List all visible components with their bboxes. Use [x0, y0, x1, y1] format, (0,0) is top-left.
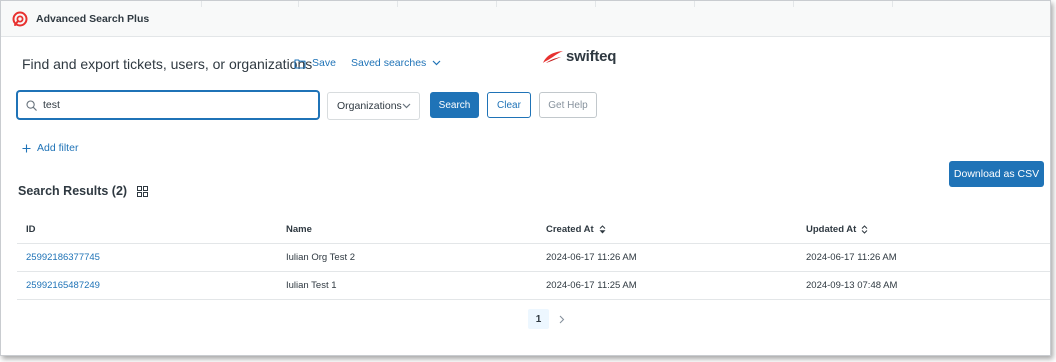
page-heading: Find and export tickets, users, or organ…	[22, 56, 313, 72]
brand-name: swifteq	[566, 48, 617, 65]
swifteq-logo-icon	[542, 50, 564, 64]
results-heading: Search Results (2)	[18, 184, 149, 198]
add-filter-button[interactable]: Add filter	[22, 142, 78, 154]
search-icon	[26, 99, 37, 111]
title-bar-divider	[595, 1, 596, 7]
row-created-at: 2024-06-17 11:25 AM	[546, 280, 637, 291]
save-search-label: Save	[312, 57, 336, 69]
folder-icon	[294, 58, 312, 69]
column-header-label: Created At	[546, 223, 594, 235]
table-header-row: ID Name Created At Updated At	[17, 215, 1050, 244]
sort-desc-icon	[599, 224, 606, 234]
title-bar-divider	[892, 1, 893, 7]
column-header-updated-at[interactable]: Updated At	[799, 223, 1050, 235]
row-updated-at: 2024-09-13 07:48 AM	[806, 280, 898, 291]
title-bar: Advanced Search Plus	[1, 1, 1050, 37]
title-bar-divider	[496, 1, 497, 7]
column-header-label: Name	[286, 223, 312, 235]
column-header-label: Updated At	[806, 223, 857, 235]
title-bar-divider	[201, 1, 202, 7]
search-button[interactable]: Search	[430, 92, 479, 118]
column-header-label: ID	[26, 223, 36, 235]
table-row: 25992186377745 Iulian Org Test 2 2024-06…	[17, 244, 1050, 272]
search-input[interactable]	[43, 99, 303, 111]
organization-id-link[interactable]: 25992186377745	[26, 252, 100, 263]
row-created-at: 2024-06-17 11:26 AM	[546, 252, 637, 263]
page-button-current[interactable]: 1	[528, 309, 549, 329]
column-header-name[interactable]: Name	[277, 224, 538, 235]
save-search-button[interactable]: Save	[294, 57, 336, 69]
pagination: 1	[528, 309, 565, 329]
chevron-down-icon	[426, 60, 441, 66]
row-name: Iulian Test 1	[286, 280, 337, 291]
add-filter-label: Add filter	[37, 142, 79, 154]
app-title: Advanced Search Plus	[36, 12, 150, 25]
search-type-value: Organizations	[337, 100, 402, 112]
title-bar-divider	[694, 1, 695, 7]
title-bar-divider	[298, 1, 299, 7]
plus-icon	[22, 144, 31, 153]
column-header-id[interactable]: ID	[17, 224, 277, 235]
grid-icon[interactable]	[137, 185, 149, 197]
search-field[interactable]	[17, 91, 319, 119]
clear-button[interactable]: Clear	[487, 92, 531, 118]
app-logo-icon	[12, 11, 28, 27]
row-name: Iulian Org Test 2	[286, 252, 356, 263]
search-type-select[interactable]: Organizations	[327, 92, 420, 120]
column-header-created-at[interactable]: Created At	[538, 224, 799, 235]
chevron-right-icon[interactable]	[559, 315, 565, 324]
saved-searches-label: Saved searches	[351, 57, 427, 69]
sort-icon	[861, 224, 868, 234]
brand-logo: swifteq	[542, 48, 616, 65]
results-title: Search Results (2)	[18, 184, 128, 198]
download-csv-button[interactable]: Download as CSV	[949, 161, 1044, 187]
organization-id-link[interactable]: 25992165487249	[26, 280, 100, 291]
saved-searches-dropdown[interactable]: Saved searches	[351, 57, 441, 69]
title-bar-divider	[793, 1, 794, 7]
results-table: ID Name Created At Updated At 2599218637…	[17, 215, 1050, 300]
app-window: Advanced Search Plus Find and export tic…	[0, 0, 1051, 356]
table-row: 25992165487249 Iulian Test 1 2024-06-17 …	[17, 272, 1050, 300]
row-updated-at: 2024-06-17 11:26 AM	[806, 252, 897, 263]
title-bar-divider	[397, 1, 398, 7]
get-help-button[interactable]: Get Help	[539, 92, 597, 118]
